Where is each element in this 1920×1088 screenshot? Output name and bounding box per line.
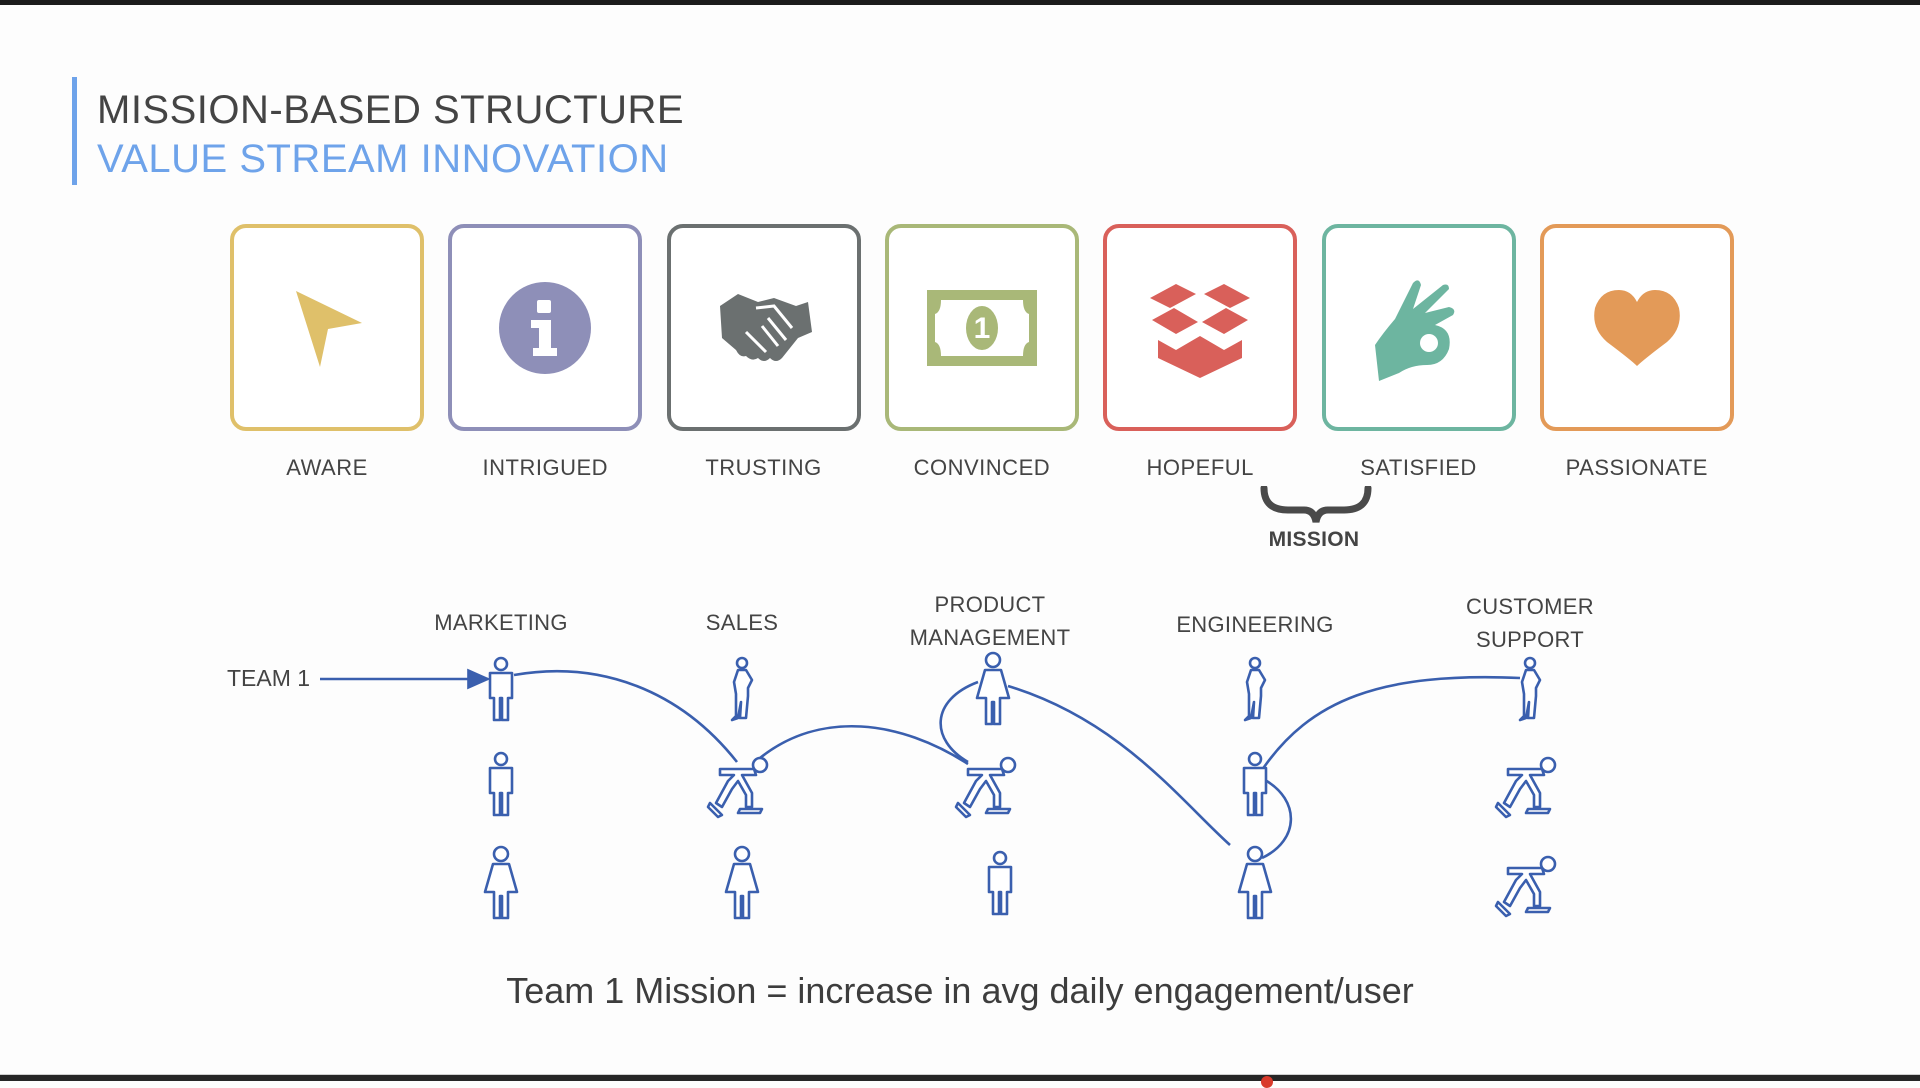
- team-flow-line: [513, 669, 739, 763]
- mission-statement: Team 1 Mission = increase in avg daily e…: [506, 970, 1414, 1011]
- team-flow-line: [759, 724, 969, 766]
- team-flow-line: [1007, 684, 1231, 846]
- person-man-icon: [488, 751, 514, 817]
- person-woman-icon: [483, 845, 519, 920]
- person-skater-icon: [1494, 756, 1557, 819]
- person-skater-icon: [706, 756, 769, 819]
- team-flow-diagram: [320, 651, 1557, 920]
- person-standing-icon: [730, 656, 754, 722]
- person-woman-icon: [724, 845, 760, 920]
- person-woman-icon: [1237, 845, 1273, 920]
- person-standing-icon: [1243, 656, 1267, 722]
- person-woman-icon: [975, 651, 1011, 726]
- person-standing-icon: [1518, 656, 1542, 722]
- person-skater-icon: [1494, 855, 1557, 918]
- video-playhead[interactable]: [1261, 1076, 1274, 1088]
- person-man-icon: [1242, 751, 1268, 817]
- team-flow-line: [1260, 675, 1521, 771]
- person-man-icon: [987, 850, 1013, 916]
- person-man-icon: [488, 656, 514, 722]
- person-skater-icon: [954, 756, 1017, 819]
